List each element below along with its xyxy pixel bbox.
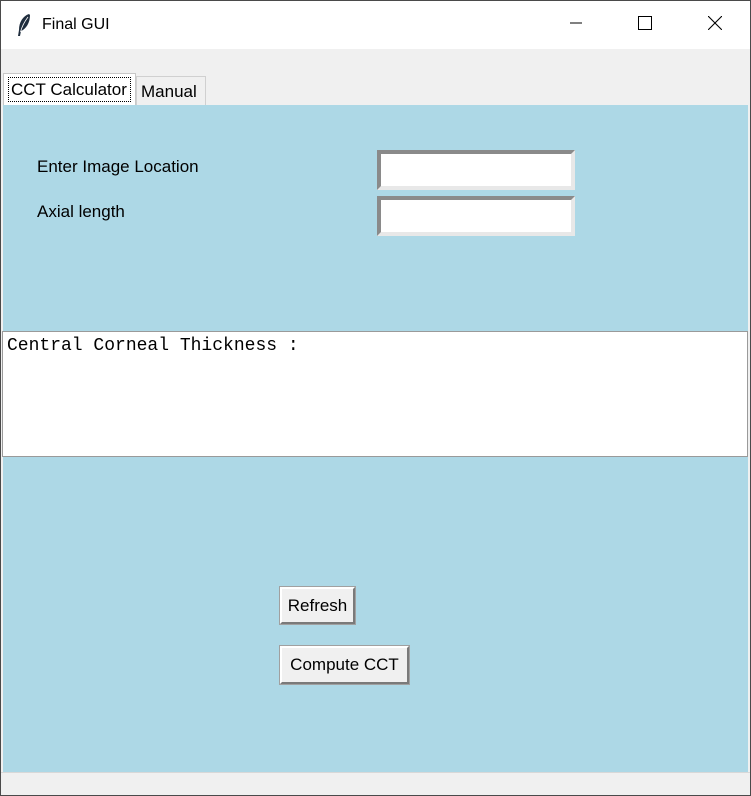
app-window: Final GUI CCT Calculator Manual Enter Im… [0,0,751,796]
title-bar[interactable]: Final GUI [1,1,750,49]
tab-manual[interactable]: Manual [136,76,206,105]
image-location-label: Enter Image Location [37,157,199,176]
compute-cct-button[interactable]: Compute CCT [279,645,410,685]
maximize-icon [638,15,652,35]
close-button[interactable] [680,1,750,49]
cct-calculator-panel: Enter Image Location Axial length Centra… [2,105,748,772]
bottom-frame [1,772,750,795]
tab-label: CCT Calculator [8,77,131,102]
tab-label: Manual [141,82,197,101]
feather-icon [15,13,33,37]
minimize-icon [570,16,582,34]
window-title: Final GUI [42,16,110,33]
axial-length-label: Axial length [37,202,125,221]
tab-cct-calculator[interactable]: CCT Calculator [3,73,136,105]
close-icon [707,15,723,35]
maximize-button[interactable] [610,1,680,49]
refresh-button[interactable]: Refresh [279,586,356,625]
minimize-button[interactable] [541,1,611,49]
tab-bar: CCT Calculator Manual [1,49,750,105]
axial-length-input[interactable] [377,196,575,236]
image-location-input[interactable] [377,150,575,190]
result-text-area[interactable]: Central Corneal Thickness : [2,331,748,457]
